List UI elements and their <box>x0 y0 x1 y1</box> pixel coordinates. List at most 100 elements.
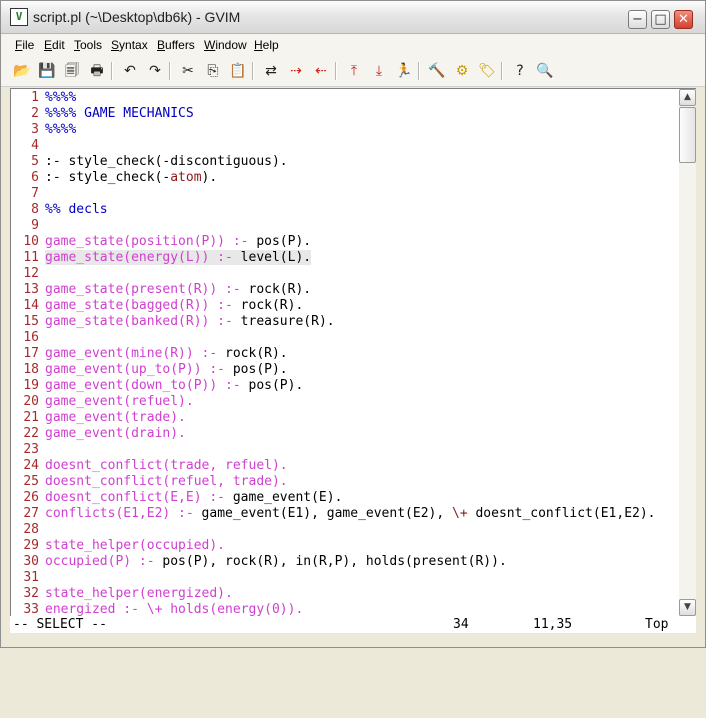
token-pred: game_event(trade). <box>45 410 186 425</box>
save-icon[interactable]: 💾 <box>37 61 57 81</box>
scroll-up-button[interactable]: ▲ <box>679 89 696 106</box>
token-norm: ). <box>201 170 218 185</box>
token-pred: game_state(banked(R)) :- <box>45 314 241 329</box>
token-norm: pos(P), rock(R), in(R,P), holds(present(… <box>162 554 507 569</box>
code-text: %%%% <box>45 122 76 138</box>
code-line[interactable]: 23 <box>11 442 679 458</box>
redo-icon[interactable]: ↷ <box>145 61 165 81</box>
code-line[interactable]: 14 game_state(bagged(R)) :- rock(R). <box>11 298 679 314</box>
cut-icon[interactable]: ✂ <box>178 61 198 81</box>
code-line[interactable]: 2 %%%% GAME MECHANICS <box>11 106 679 122</box>
code-line[interactable]: 26 doesnt_conflict(E,E) :- game_event(E). <box>11 490 679 506</box>
vertical-scrollbar[interactable]: ▲ ▼ <box>679 88 696 617</box>
code-line[interactable]: 18 game_event(up_to(P)) :- pos(P). <box>11 362 679 378</box>
minimize-button[interactable]: − <box>628 10 647 29</box>
scroll-down-button[interactable]: ▼ <box>679 599 696 616</box>
code-line[interactable]: 7 <box>11 186 679 202</box>
toolbar-separator <box>335 62 337 80</box>
load-session-icon[interactable]: ⤒ <box>344 61 364 81</box>
line-number: 6 <box>31 170 39 185</box>
line-number: 33 <box>23 602 39 617</box>
open-icon[interactable]: 📂 <box>12 61 32 81</box>
paste-icon[interactable]: 📋 <box>228 61 248 81</box>
tags-icon[interactable]: 🏷 <box>477 61 497 81</box>
shell-icon[interactable]: ⚙ <box>452 61 472 81</box>
code-line[interactable]: 31 <box>11 570 679 586</box>
scroll-thumb[interactable] <box>679 107 696 163</box>
code-line[interactable]: 29 state_helper(occupied). <box>11 538 679 554</box>
menu-window[interactable]: Window <box>204 38 247 52</box>
code-line[interactable]: 25 doesnt_conflict(refuel, trade). <box>11 474 679 490</box>
close-button[interactable]: ✕ <box>674 10 693 29</box>
menu-tools[interactable]: Tools <box>74 38 102 52</box>
line-number: 22 <box>23 426 39 441</box>
undo-icon[interactable]: ↶ <box>120 61 140 81</box>
line-number: 21 <box>23 410 39 425</box>
code-line[interactable]: 13 game_state(present(R)) :- rock(R). <box>11 282 679 298</box>
code-line[interactable]: 3%%%% <box>11 122 679 138</box>
token-pred: doesnt_conflict(trade, refuel). <box>45 458 288 473</box>
token-norm: :- style_check(- <box>45 170 171 185</box>
menu-buffers[interactable]: Buffers <box>157 38 195 52</box>
title-bar[interactable]: V script.pl (~\Desktop\db6k) - GVIM − □ … <box>1 1 705 34</box>
token-pred: game_event(up_to(P)) :- <box>45 362 233 377</box>
line-number: 24 <box>23 458 39 473</box>
code-line[interactable]: 12 <box>11 266 679 282</box>
line-number: 20 <box>23 394 39 409</box>
run-script-icon[interactable]: 🏃 <box>394 61 414 81</box>
code-text: %%%% <box>45 90 76 106</box>
menu-help[interactable]: Help <box>254 38 279 52</box>
find-prev-icon[interactable]: ⇠ <box>311 61 331 81</box>
code-text: game_event(down_to(P)) :- pos(P). <box>45 378 303 394</box>
code-line[interactable]: 19 game_event(down_to(P)) :- pos(P). <box>11 378 679 394</box>
token-pred: energized :- \+ holds(energy(0)). <box>45 602 304 617</box>
menu-file[interactable]: File <box>15 38 34 52</box>
code-line[interactable]: 27 conflicts(E1,E2) :- game_event(E1), ga… <box>11 506 679 522</box>
code-line[interactable]: 6:- style_check(-atom). <box>11 170 679 186</box>
print-icon[interactable]: 🖶 <box>87 61 107 81</box>
code-line[interactable]: 24 doesnt_conflict(trade, refuel). <box>11 458 679 474</box>
gvim-icon[interactable]: V <box>10 8 28 26</box>
token-pred: game_event(refuel). <box>45 394 194 409</box>
line-number: 3 <box>31 122 39 137</box>
copy-icon[interactable]: ⎘ <box>203 61 223 81</box>
menu-syntax[interactable]: Syntax <box>111 38 148 52</box>
toolbar-separator <box>252 62 254 80</box>
line-number: 14 <box>23 298 39 313</box>
code-text: conflicts(E1,E2) :- game_event(E1), game… <box>45 506 656 522</box>
code-line[interactable]: 32 state_helper(energized). <box>11 586 679 602</box>
code-line[interactable]: 21 game_event(trade). <box>11 410 679 426</box>
line-number: 25 <box>23 474 39 489</box>
code-line[interactable]: 11 game_state(energy(L)) :- level(L). <box>11 250 679 266</box>
code-line[interactable]: 8 %% decls <box>11 202 679 218</box>
code-line[interactable]: 20 game_event(refuel). <box>11 394 679 410</box>
code-line[interactable]: 17 game_event(mine(R)) :- rock(R). <box>11 346 679 362</box>
code-line[interactable]: 16 <box>11 330 679 346</box>
save-all-icon[interactable]: 🗐 <box>62 61 82 81</box>
toolbar-separator <box>501 62 503 80</box>
code-line[interactable]: 15 game_state(banked(R)) :- treasure(R). <box>11 314 679 330</box>
token-pred: doesnt_conflict(refuel, trade). <box>45 474 288 489</box>
line-number: 23 <box>23 442 39 457</box>
text-editor[interactable]: 1%%%% 2%%%% GAME MECHANICS 3%%%% 4 5:- style… <box>10 88 679 617</box>
code-text: game_event(refuel). <box>45 394 194 410</box>
help-icon[interactable]: ? <box>510 61 530 81</box>
code-line[interactable]: 5:- style_check(-discontiguous). <box>11 154 679 170</box>
code-text: %%%% GAME MECHANICS <box>45 106 194 122</box>
make-icon[interactable]: 🔨 <box>427 61 447 81</box>
code-line[interactable]: 9 <box>11 218 679 234</box>
find-help-icon[interactable]: 🔍 <box>535 61 555 81</box>
code-line[interactable]: 33 energized :- \+ holds(energy(0)). <box>11 602 679 617</box>
code-line[interactable]: 28 <box>11 522 679 538</box>
find-next-icon[interactable]: ⇢ <box>286 61 306 81</box>
code-line[interactable]: 30 occupied(P) :- pos(P), rock(R), in(R,P… <box>11 554 679 570</box>
replace-icon[interactable]: ⇄ <box>261 61 281 81</box>
save-session-icon[interactable]: ⤓ <box>369 61 389 81</box>
code-line[interactable]: 1%%%% <box>11 90 679 106</box>
menu-edit[interactable]: Edit <box>44 38 65 52</box>
maximize-button[interactable]: □ <box>651 10 670 29</box>
code-line[interactable]: 4 <box>11 138 679 154</box>
code-line[interactable]: 10 game_state(position(P)) :- pos(P). <box>11 234 679 250</box>
code-line[interactable]: 22 game_event(drain). <box>11 426 679 442</box>
token-pred: game_event(mine(R)) :- <box>45 346 226 361</box>
